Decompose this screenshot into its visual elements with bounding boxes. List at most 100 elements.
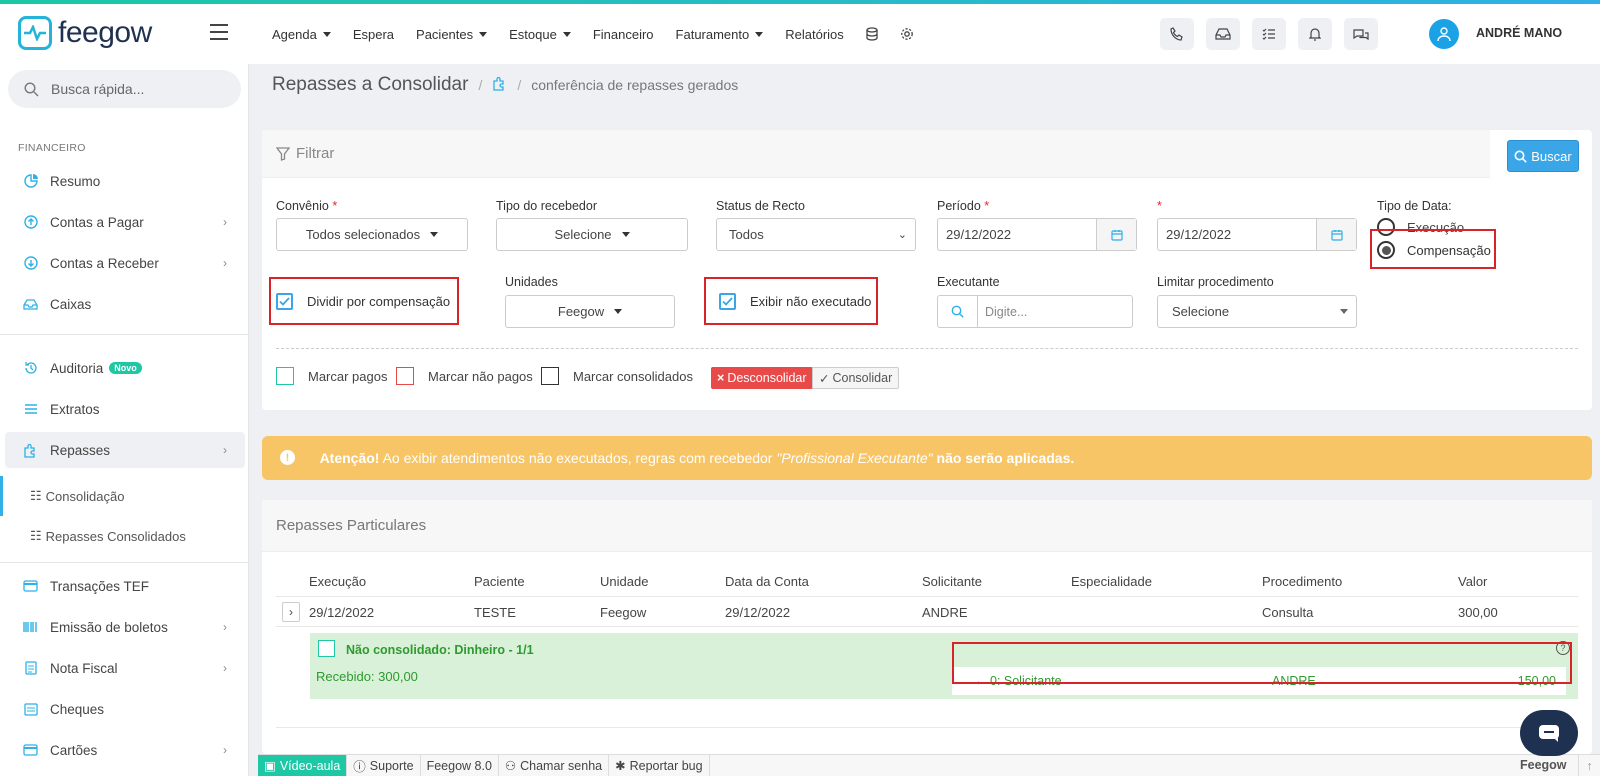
chat-widget-button[interactable] <box>1520 710 1578 756</box>
calendar-icon[interactable] <box>1316 219 1356 250</box>
menu-espera[interactable]: Espera <box>353 27 394 42</box>
calendar-icon[interactable] <box>1096 219 1136 250</box>
database-icon[interactable] <box>866 27 878 41</box>
sidebar-item-auditoria[interactable]: Auditoria Novo <box>5 350 245 386</box>
menu-relatorios[interactable]: Relatórios <box>785 27 844 42</box>
chevron-down-icon <box>479 31 488 37</box>
unidades-label: Unidades <box>505 275 558 289</box>
menu-faturamento[interactable]: Faturamento <box>676 27 764 42</box>
gear-icon[interactable] <box>900 27 914 41</box>
consolidar-button[interactable]: ✓ Consolidar <box>812 367 900 389</box>
column-header[interactable]: Execução <box>309 574 366 589</box>
info-icon: ! <box>280 450 295 465</box>
menu-financeiro[interactable]: Financeiro <box>593 27 654 42</box>
tipo-recebedor-label: Tipo do recebedor <box>496 199 597 213</box>
column-header[interactable]: Data da Conta <box>725 574 809 589</box>
sidebar-item-nota-fiscal[interactable]: Nota Fiscal › <box>5 650 245 686</box>
chamar-senha-button[interactable]: ⚇ Chamar senha <box>499 754 610 776</box>
column-header[interactable]: Valor <box>1458 574 1487 589</box>
executante-input[interactable]: Digite... <box>937 295 1133 328</box>
column-header[interactable]: Solicitante <box>922 574 982 589</box>
tipo-data-label: Tipo de Data: <box>1377 199 1452 213</box>
desconsolidar-button[interactable]: × Desconsolidar <box>711 367 813 389</box>
search-icon <box>938 296 978 327</box>
user-avatar-icon[interactable] <box>1429 19 1459 49</box>
menu-pacientes[interactable]: Pacientes <box>416 27 488 42</box>
convenio-label: Convênio * <box>276 199 338 213</box>
expand-row-button[interactable]: › <box>282 602 300 622</box>
user-name[interactable]: ANDRÉ MANO <box>1476 26 1562 40</box>
periodo-end-input[interactable]: 29/12/2022 <box>1157 218 1357 251</box>
quick-search[interactable]: Busca rápida... <box>8 70 241 108</box>
suporte-button[interactable]: ⓘ Suporte <box>347 754 421 776</box>
checkmark-icon: ✓ <box>819 371 830 386</box>
search-icon <box>24 81 39 96</box>
column-header[interactable]: Paciente <box>474 574 525 589</box>
arrow-up-icon[interactable]: ↑ <box>1578 755 1600 776</box>
reportar-bug-button[interactable]: ✱ Reportar bug <box>609 754 710 776</box>
sidebar-sub-repasses-consolidados[interactable]: ☷ Repasses Consolidados <box>0 516 249 556</box>
logo[interactable]: feegow <box>18 16 152 50</box>
marcar-pagos[interactable]: Marcar pagos <box>276 367 387 385</box>
chevron-right-icon: › <box>223 256 227 270</box>
chat-icon <box>1539 725 1559 742</box>
marcar-consolidados[interactable]: Marcar consolidados <box>541 367 693 385</box>
sidebar-item-transacoes-tef[interactable]: Transações TEF <box>5 568 245 604</box>
help-icon: ⓘ <box>353 760 366 774</box>
logo-text: feegow <box>58 16 152 49</box>
search-icon <box>1514 150 1528 163</box>
column-header[interactable]: Unidade <box>600 574 648 589</box>
unidades-select[interactable]: Feegow <box>505 295 675 328</box>
credit-card-icon <box>23 579 38 594</box>
consolidar-checkbox[interactable] <box>318 640 335 657</box>
sidebar-item-caixas[interactable]: Caixas <box>5 286 245 322</box>
filter-header[interactable]: Filtrar <box>262 130 1490 178</box>
sidebar-item-boletos[interactable]: Emissão de boletos › <box>5 609 245 645</box>
sidebar-item-resumo[interactable]: Resumo <box>5 163 245 199</box>
pie-chart-icon <box>23 174 38 189</box>
filter-panel: Filtrar Buscar Convênio * Todos selecion… <box>262 130 1592 410</box>
task-list-icon[interactable] <box>1252 18 1286 50</box>
chevron-right-icon: › <box>223 443 227 457</box>
highlight-box <box>704 277 878 325</box>
chevron-right-icon: › <box>223 743 227 757</box>
convenio-select[interactable]: Todos selecionados <box>276 218 468 251</box>
footer-brand: Feegow <box>1520 758 1567 772</box>
chat-icon[interactable] <box>1344 18 1378 50</box>
repasses-header: Repasses Particulares <box>262 500 1592 552</box>
video-aula-button[interactable]: ▣ Vídeo-aula <box>258 754 348 776</box>
limitar-procedimento-label: Limitar procedimento <box>1157 275 1274 289</box>
sidebar-item-cartoes[interactable]: Cartões › <box>5 732 245 768</box>
chevron-right-icon: › <box>223 620 227 634</box>
sidebar-item-cheques[interactable]: Cheques <box>5 691 245 727</box>
search-button[interactable]: Buscar <box>1507 140 1579 172</box>
inbox-icon[interactable] <box>1206 18 1240 50</box>
sidebar-item-contas-receber[interactable]: Contas a Receber › <box>5 245 245 281</box>
sidebar: Busca rápida... FINANCEIRO Resumo Contas… <box>0 64 249 776</box>
menu-agenda[interactable]: Agenda <box>272 27 331 42</box>
sidebar-item-extratos[interactable]: Extratos <box>5 391 245 427</box>
top-menu: Agenda Espera Pacientes Estoque Financei… <box>272 4 936 64</box>
chevron-down-icon <box>755 31 764 37</box>
document-icon <box>23 661 38 676</box>
sidebar-item-contas-pagar[interactable]: Contas a Pagar › <box>5 204 245 240</box>
search-input[interactable]: Busca rápida... <box>51 81 144 97</box>
status-recto-select[interactable]: Todos ⌄ <box>716 218 916 251</box>
menu-estoque[interactable]: Estoque <box>509 27 571 42</box>
warning-alert: ! Atenção! Ao exibir atendimentos não ex… <box>262 436 1592 480</box>
bell-icon[interactable] <box>1298 18 1332 50</box>
limitar-procedimento-select[interactable]: Selecione <box>1157 295 1357 328</box>
column-header[interactable]: Especialidade <box>1071 574 1152 589</box>
history-icon <box>23 361 38 376</box>
periodo-start-input[interactable]: 29/12/2022 <box>937 218 1137 251</box>
hamburger-menu-icon[interactable] <box>210 24 228 40</box>
sidebar-sub-consolidacao[interactable]: ☷ Consolidação <box>0 476 249 516</box>
column-header[interactable]: Procedimento <box>1262 574 1342 589</box>
puzzle-icon[interactable] <box>492 76 507 94</box>
tipo-recebedor-select[interactable]: Selecione <box>496 218 688 251</box>
phone-icon[interactable] <box>1160 18 1194 50</box>
marcar-nao-pagos[interactable]: Marcar não pagos <box>396 367 533 385</box>
sidebar-divider <box>0 334 249 335</box>
highlight-box <box>269 277 459 325</box>
sidebar-item-repasses[interactable]: Repasses › <box>5 432 245 468</box>
